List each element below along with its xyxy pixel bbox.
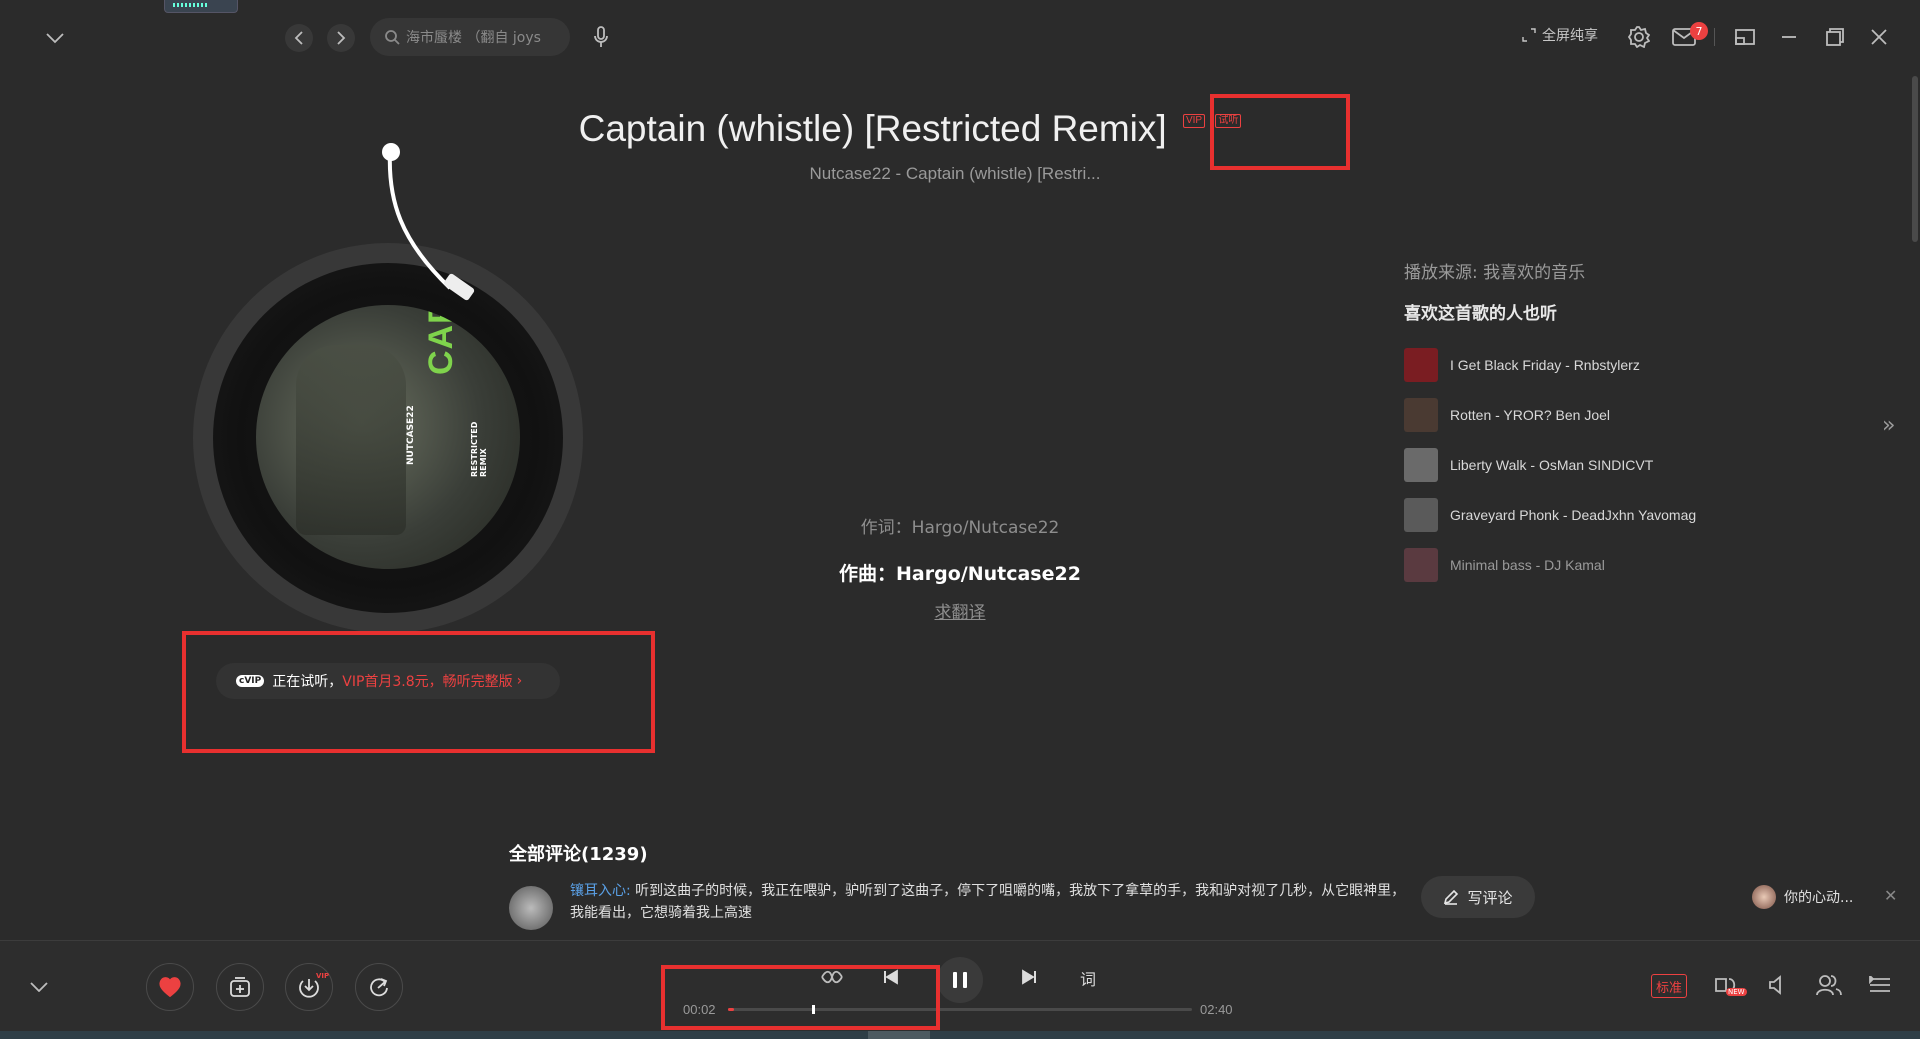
write-comment-button[interactable]: 写评论 — [1421, 876, 1535, 918]
quality-button[interactable]: 标准 — [1651, 974, 1688, 998]
mail-badge: 7 — [1690, 22, 1708, 40]
heartbeat-label: 你的心动... — [1784, 890, 1854, 906]
tonearm — [387, 151, 475, 301]
similar-song-item[interactable]: Rotten - YROR? Ben Joel — [1404, 397, 1804, 433]
song-subtitle[interactable]: Nutcase22 - Captain (whistle) [Restri... — [700, 164, 1210, 184]
write-comment-label: 写评论 — [1467, 888, 1513, 907]
song-thumbnail — [1404, 448, 1438, 482]
tonearm-pivot — [382, 143, 400, 161]
fullscreen-label: 全屏纯享 — [1542, 28, 1598, 44]
collapse-player-icon[interactable] — [26, 976, 52, 998]
highlight-box — [661, 965, 940, 1030]
comment-user[interactable]: 镶耳入心: — [570, 883, 631, 899]
comments-heading: 全部评论(1239) — [509, 844, 648, 865]
gear-icon[interactable] — [1626, 24, 1652, 50]
song-title-text: Captain (whistle) [Restricted Remix] — [578, 108, 1167, 149]
player-bar: VIP 词 标准 NEW — [0, 940, 1920, 1039]
total-time: 02:40 — [1200, 1002, 1233, 1017]
heartbeat-chip[interactable]: 你的心动... — [1752, 881, 1902, 913]
close-icon[interactable]: ✕ — [1884, 886, 1897, 905]
song-title: Captain (whistle) [Restricted Remix] VIP… — [560, 108, 1260, 150]
pencil-icon — [1444, 889, 1459, 905]
collapse-chevron-icon[interactable] — [40, 26, 70, 50]
similar-song-label: Liberty Walk - OsMan SINDICVT — [1450, 457, 1654, 473]
taskbar-strip — [0, 1031, 1920, 1039]
highlight-box — [182, 631, 655, 753]
play-source[interactable]: 播放来源: 我喜欢的音乐 — [1404, 258, 1585, 283]
mini-equalizer[interactable] — [164, 0, 238, 13]
song-thumbnail — [1404, 498, 1438, 532]
similar-song-label: Graveyard Phonk - DeadJxhn Yavomag — [1450, 507, 1697, 523]
lyric-line: 作词：Hargo/Nutcase22 — [860, 518, 1060, 538]
add-icon — [230, 977, 250, 997]
lyric-line-current: 作曲：Hargo/Nutcase22 — [839, 563, 1081, 585]
add-to-playlist-button[interactable] — [216, 963, 264, 1011]
vip-tag: VIP — [1182, 114, 1206, 128]
lyrics-toggle-button[interactable]: 词 — [1080, 966, 1096, 990]
listen-together-icon[interactable] — [1814, 973, 1844, 997]
playlist-icon[interactable] — [1866, 973, 1894, 997]
similar-song-label: Minimal bass - DJ Kamal — [1450, 557, 1605, 573]
search-icon — [385, 30, 400, 45]
album-cover: CAPTAIN NUTCASE22 RESTRICTED REMIX — [256, 305, 520, 569]
comment-text: 镶耳入心: 听到这曲子的时候，我正在喂驴，驴听到了这曲子，停下了咀嚼的嘴，我放下… — [570, 880, 1410, 924]
cover-figure — [296, 345, 406, 535]
song-thumbnail — [1404, 348, 1438, 382]
pause-button[interactable] — [937, 957, 983, 1003]
back-button[interactable] — [285, 24, 313, 52]
highlight-box — [1210, 94, 1350, 170]
expand-icon — [1522, 28, 1536, 42]
similar-song-label: I Get Black Friday - Rnbstylerz — [1450, 357, 1640, 373]
share-icon — [370, 978, 388, 997]
top-bar: 海市蜃楼 （翻自 joys 全屏纯享 7 — [0, 0, 1920, 70]
comment-body: 听到这曲子的时候，我正在喂驴，驴听到了这曲子，停下了咀嚼的嘴，我放下了拿草的手，… — [570, 883, 1406, 921]
similar-song-label: Rotten - YROR? Ben Joel — [1450, 407, 1611, 423]
minimize-icon[interactable] — [1776, 26, 1802, 48]
similar-song-item[interactable]: Graveyard Phonk - DeadJxhn Yavomag — [1404, 497, 1804, 533]
like-button[interactable] — [146, 963, 194, 1011]
cover-artist: NUTCASE22 — [406, 405, 416, 465]
heart-icon — [159, 977, 181, 997]
similar-song-item[interactable]: I Get Black Friday - Rnbstylerz — [1404, 347, 1804, 383]
avatar[interactable] — [509, 886, 553, 930]
similar-song-item[interactable]: Liberty Walk - OsMan SINDICVT — [1404, 447, 1804, 483]
download-vip-tag: VIP — [316, 972, 330, 980]
new-badge: NEW — [1726, 988, 1747, 996]
divider — [1714, 28, 1715, 46]
fullscreen-joy-button[interactable]: 全屏纯享 — [1522, 25, 1598, 45]
scrollbar[interactable] — [1912, 76, 1918, 242]
download-button[interactable]: VIP — [285, 963, 333, 1011]
volume-icon[interactable] — [1764, 973, 1790, 997]
also-like-heading: 喜欢这首歌的人也听 — [1404, 304, 1557, 324]
maximize-icon[interactable] — [1822, 26, 1848, 48]
search-placeholder: 海市蜃楼 （翻自 joys — [406, 30, 541, 46]
close-icon[interactable] — [1866, 26, 1892, 48]
request-translation-link[interactable]: 求翻译 — [700, 598, 1220, 623]
mini-mode-icon[interactable] — [1732, 26, 1758, 48]
avatar — [1752, 885, 1776, 909]
expand-panel-icon[interactable]: » — [1882, 413, 1895, 438]
forward-button[interactable] — [327, 24, 355, 52]
voice-search-icon[interactable] — [588, 24, 614, 50]
song-thumbnail — [1404, 398, 1438, 432]
similar-song-item[interactable]: Minimal bass - DJ Kamal — [1404, 547, 1804, 583]
cover-remix: RESTRICTED REMIX — [470, 421, 488, 477]
share-button[interactable] — [355, 963, 403, 1011]
search-input[interactable]: 海市蜃楼 （翻自 joys — [370, 18, 570, 56]
next-track-icon[interactable] — [1016, 965, 1042, 989]
song-thumbnail — [1404, 548, 1438, 582]
